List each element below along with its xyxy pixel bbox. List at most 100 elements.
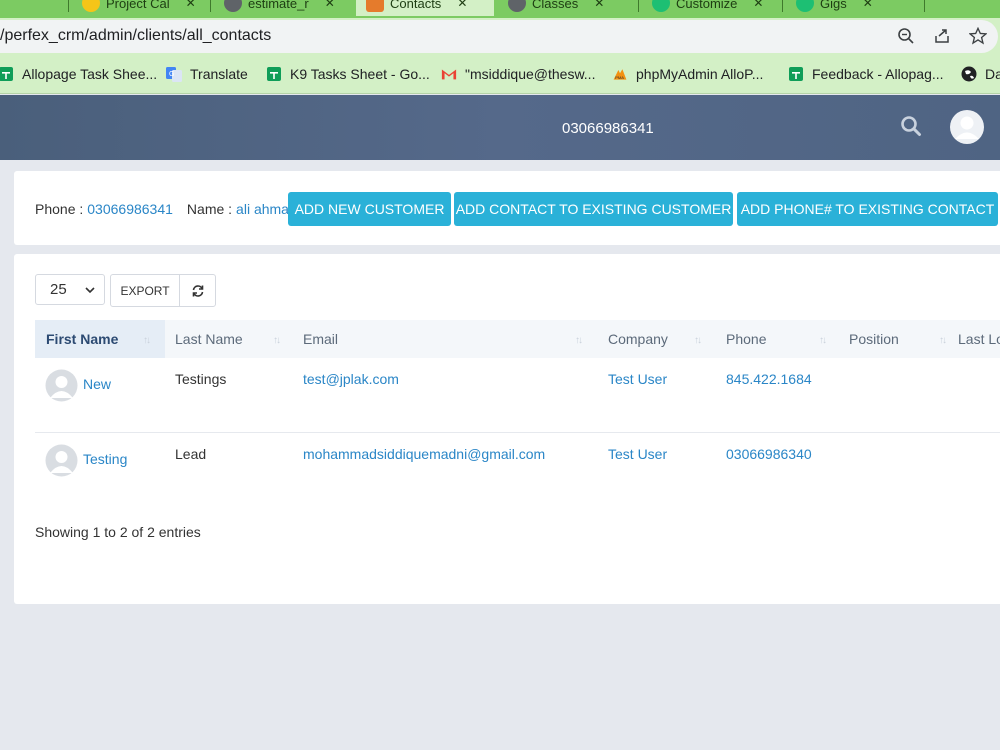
bookmark-label: "msiddique@thesw... <box>465 66 596 82</box>
bookmark-star-icon[interactable] <box>966 24 990 48</box>
browser-tab[interactable]: Customize ✕ <box>642 0 763 16</box>
contact-last-name: Testings <box>175 371 227 387</box>
tab-label: Gigs <box>820 0 847 11</box>
phpmyadmin-icon: PMA <box>612 66 628 82</box>
close-icon[interactable]: ✕ <box>594 0 604 10</box>
sheets-icon <box>266 66 282 82</box>
column-header-label: Last Lo <box>958 331 1000 347</box>
bookmark-item[interactable]: G Translate <box>166 64 248 84</box>
tab-favicon-icon <box>82 0 100 12</box>
close-icon[interactable]: ✕ <box>753 0 763 10</box>
column-header-label: Position <box>849 331 899 347</box>
name-label: Name : <box>186 201 233 217</box>
browser-tab[interactable]: estimate_r ✕ <box>214 0 335 16</box>
chevron-down-icon <box>84 283 96 300</box>
gmail-icon <box>441 66 457 82</box>
contact-avatar-icon <box>45 444 78 477</box>
column-header-last-name[interactable]: Last Name ↑↓ <box>175 320 295 358</box>
bookmark-item[interactable]: K9 Tasks Sheet - Go... <box>266 64 430 84</box>
column-header-position[interactable]: Position ↑↓ <box>849 320 954 358</box>
table-info-text: Showing 1 to 2 of 2 entries <box>35 524 201 540</box>
sheets-icon <box>788 66 804 82</box>
browser-tab[interactable]: Project Cal ✕ <box>72 0 196 16</box>
browser-tab-strip: t ✕ Project Cal ✕ estimate_r ✕ Contacts … <box>0 0 1000 18</box>
reload-icon[interactable] <box>179 274 216 307</box>
contact-first-name-link[interactable]: Testing <box>83 451 127 467</box>
add-new-customer-button[interactable]: ADD NEW CUSTOMER <box>288 192 451 226</box>
url-text[interactable]: /perfex_crm/admin/clients/all_contacts <box>0 27 271 45</box>
avatar[interactable] <box>950 110 984 144</box>
contacts-card: 25 EXPORT First Name ↑↓ Last Name ↑↓ Ema… <box>14 254 1000 604</box>
contact-company-link[interactable]: Test User <box>608 371 667 387</box>
contact-phone-link[interactable]: 845.422.1684 <box>726 371 812 387</box>
zoom-icon[interactable] <box>894 24 918 48</box>
bookmark-label: Da <box>985 66 1000 82</box>
sort-icon: ↑↓ <box>575 335 583 346</box>
close-icon[interactable]: ✕ <box>863 0 873 10</box>
page-length-select[interactable]: 25 <box>35 274 105 305</box>
contact-company-link[interactable]: Test User <box>608 446 667 462</box>
tab-label: Contacts <box>390 0 442 11</box>
header-phone-number: 03066986341 <box>562 120 654 137</box>
column-header-label: Last Name <box>175 331 243 347</box>
contact-last-name: Lead <box>175 446 207 462</box>
translate-icon: G <box>166 66 182 82</box>
browser-tab[interactable]: Gigs ✕ <box>786 0 873 16</box>
add-contact-to-existing-customer-button[interactable]: ADD CONTACT TO EXISTING CUSTOMER <box>454 192 733 226</box>
sheets-icon <box>0 66 14 82</box>
search-icon[interactable] <box>900 115 924 139</box>
bookmark-item[interactable]: Feedback - Allopag... <box>788 64 944 84</box>
column-header-label: Company <box>608 331 668 347</box>
browser-tab-active[interactable]: Contacts ✕ <box>356 0 494 16</box>
caller-info-card: Phone : 03066986341 Name : ali ahmad ADD… <box>14 171 1000 245</box>
add-phone-to-existing-contact-button[interactable]: ADD PHONE# TO EXISTING CONTACT <box>737 192 998 226</box>
tab-favicon-icon <box>508 0 526 12</box>
table-header: First Name ↑↓ Last Name ↑↓ Email ↑↓ Comp… <box>35 320 1000 358</box>
bookmark-item[interactable]: "msiddique@thesw... <box>441 64 595 84</box>
column-header-first-name[interactable]: First Name ↑↓ <box>35 320 165 358</box>
app-header: 03066986341 <box>0 95 1000 160</box>
contact-email-link[interactable]: mohammadsiddiquemadni@gmail.com <box>303 446 545 462</box>
column-header-label: First Name <box>46 331 119 347</box>
bookmark-label: Feedback - Allopag... <box>812 66 944 82</box>
browser-tab[interactable]: Classes ✕ <box>498 0 604 16</box>
column-header-label: Phone <box>726 331 767 347</box>
caller-info: Phone : 03066986341 Name : ali ahmad <box>35 201 297 217</box>
page-length-value: 25 <box>50 281 67 298</box>
column-header-phone[interactable]: Phone ↑↓ <box>726 320 836 358</box>
sort-icon: ↑↓ <box>939 335 947 346</box>
bookmark-label: phpMyAdmin AlloP... <box>636 66 764 82</box>
column-header-last-login[interactable]: Last Lo <box>958 320 1000 358</box>
table-row: Testing Lead mohammadsiddiquemadni@gmail… <box>35 433 1000 508</box>
sort-icon: ↑↓ <box>273 335 281 346</box>
contact-email-link[interactable]: test@jplak.com <box>303 371 399 387</box>
column-header-email[interactable]: Email ↑↓ <box>303 320 598 358</box>
export-button[interactable]: EXPORT <box>110 274 180 307</box>
tab-favicon-icon <box>652 0 670 12</box>
tab-label: Customize <box>676 0 738 11</box>
column-header-company[interactable]: Company ↑↓ <box>608 320 713 358</box>
tab-label: Classes <box>532 0 579 11</box>
tab-label: estimate_r <box>248 0 309 11</box>
sort-icon: ↑↓ <box>819 335 827 346</box>
bookmark-item[interactable]: Da <box>961 64 1000 84</box>
tab-favicon-icon <box>796 0 814 12</box>
bookmark-item[interactable]: Allopage Task Shee... <box>0 64 157 84</box>
close-icon[interactable]: ✕ <box>186 0 196 10</box>
tab-favicon-icon <box>366 0 384 12</box>
close-icon[interactable]: ✕ <box>457 0 467 10</box>
table-row: New Testings test@jplak.com Test User 84… <box>35 358 1000 433</box>
close-icon[interactable]: ✕ <box>325 0 335 10</box>
tab-favicon-icon <box>224 0 242 12</box>
bookmark-label: Allopage Task Shee... <box>22 66 158 82</box>
share-icon[interactable] <box>930 24 954 48</box>
phone-value[interactable]: 03066986341 <box>87 201 173 217</box>
column-header-label: Email <box>303 331 339 347</box>
contact-first-name-link[interactable]: New <box>83 376 111 392</box>
sort-icon: ↑↓ <box>143 335 151 346</box>
bookmark-item[interactable]: PMA phpMyAdmin AlloP... <box>612 64 763 84</box>
bookmark-label: Translate <box>190 66 248 82</box>
contact-avatar-icon <box>45 369 78 402</box>
tab-label: Project Cal <box>106 0 170 11</box>
contact-phone-link[interactable]: 03066986340 <box>726 446 812 462</box>
